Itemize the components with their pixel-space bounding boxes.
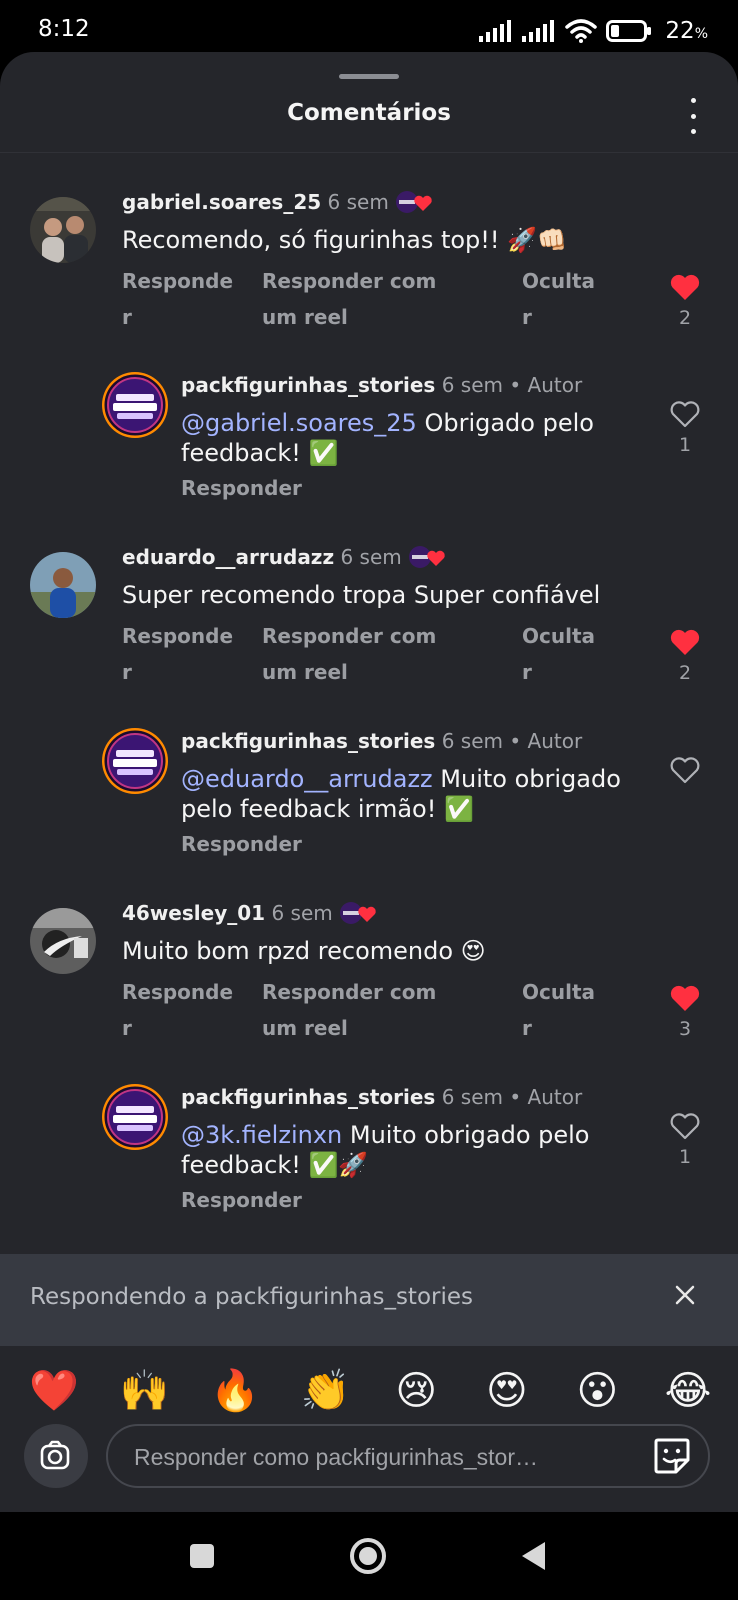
recents-button[interactable] xyxy=(180,1534,224,1578)
status-icons: 22% xyxy=(479,16,708,46)
author-label: Autor xyxy=(527,1085,583,1109)
avatar[interactable] xyxy=(30,552,96,618)
heart-filled-icon xyxy=(670,985,700,1011)
comment-username[interactable]: 46wesley_01 xyxy=(122,901,265,925)
reply-with-reel-button[interactable]: Responder com um reel xyxy=(262,618,477,690)
system-nav-bar xyxy=(0,1512,738,1600)
heart-outline-icon xyxy=(670,401,700,428)
like-count: 3 xyxy=(678,1018,692,1040)
hide-button[interactable]: Ocultar xyxy=(522,263,596,335)
replying-to-bar: Respondendo a packfigurinhas_stories xyxy=(0,1254,738,1346)
wifi-icon xyxy=(565,19,598,43)
reply-button[interactable]: Responder xyxy=(122,974,234,1046)
like-button[interactable]: 1 xyxy=(660,1112,710,1168)
author-label: Autor xyxy=(527,373,583,397)
comment-username[interactable]: eduardo__arrudazz xyxy=(122,545,334,569)
like-button[interactable]: 2 xyxy=(660,273,710,329)
status-time: 8:12 xyxy=(38,16,90,42)
emoji-fire-button[interactable]: 🔥 xyxy=(207,1364,263,1418)
battery-icon xyxy=(606,20,652,42)
like-button[interactable]: 2 xyxy=(660,628,710,684)
comment-text: Muito bom rpzd recomendo 😍 xyxy=(122,937,486,965)
comment-time: 6 sem xyxy=(441,729,503,753)
comment-time: 6 sem xyxy=(327,190,389,214)
quick-emoji-row: ❤️ 🙌 🔥 👏 😢 😍 😮 😂 xyxy=(26,1364,716,1418)
reply-input-wrapper xyxy=(106,1424,710,1488)
back-button[interactable] xyxy=(512,1534,556,1578)
comment-time: 6 sem xyxy=(340,545,402,569)
signal-icon xyxy=(522,20,555,42)
like-button[interactable]: 1 xyxy=(660,400,710,456)
emoji-clap-button[interactable]: 👏 xyxy=(298,1364,354,1418)
like-button[interactable] xyxy=(660,756,710,790)
reply-button[interactable]: Responder xyxy=(122,263,234,335)
mention-link[interactable]: @eduardo__arrudazz xyxy=(181,765,433,793)
avatar[interactable] xyxy=(102,372,168,438)
emoji-surprised-button[interactable]: 😮 xyxy=(569,1364,625,1418)
heart-filled-icon xyxy=(670,274,700,300)
battery-percent: 22% xyxy=(665,18,708,44)
creator-liked-badge-icon xyxy=(339,901,379,924)
circle-icon xyxy=(350,1538,386,1574)
sheet-title: Comentários xyxy=(287,100,451,126)
back-triangle-icon xyxy=(522,1542,545,1570)
emoji-raised-hands-button[interactable]: 🙌 xyxy=(117,1364,173,1418)
comment-text: Recomendo, só figurinhas top!! 🚀👊🏻 xyxy=(122,226,567,254)
reply-button[interactable]: Responder xyxy=(181,828,651,860)
avatar[interactable] xyxy=(102,728,168,794)
mention-link[interactable]: @3k.fielzinxn xyxy=(181,1121,342,1149)
camera-icon xyxy=(40,1440,70,1470)
reply-button[interactable]: Responder xyxy=(181,1184,651,1216)
reply-button[interactable]: Responder xyxy=(122,618,234,690)
emoji-heart-button[interactable]: ❤️ xyxy=(26,1364,82,1418)
sticker-icon[interactable] xyxy=(650,1434,694,1478)
composer-area: ❤️ 🙌 🔥 👏 😢 😍 😮 😂 xyxy=(0,1346,738,1512)
heart-outline-icon xyxy=(670,1113,700,1140)
avatar[interactable] xyxy=(30,908,96,974)
hide-button[interactable]: Ocultar xyxy=(522,974,596,1046)
mention-link[interactable]: @gabriel.soares_25 xyxy=(181,409,417,437)
home-button[interactable] xyxy=(346,1534,390,1578)
hide-button[interactable]: Ocultar xyxy=(522,618,596,690)
like-count: 2 xyxy=(678,307,692,329)
avatar[interactable] xyxy=(30,197,96,263)
author-label: Autor xyxy=(527,729,583,753)
like-count: 1 xyxy=(678,1146,692,1168)
header-divider xyxy=(0,152,738,153)
comment-time: 6 sem xyxy=(441,373,503,397)
avatar[interactable] xyxy=(102,1084,168,1150)
drag-handle[interactable] xyxy=(339,74,399,79)
comment-text: Super recomendo tropa Super confiável xyxy=(122,581,601,609)
reply-input[interactable] xyxy=(132,1434,616,1480)
comment-time: 6 sem xyxy=(441,1085,503,1109)
more-options-icon[interactable] xyxy=(682,98,704,134)
comment-username[interactable]: gabriel.soares_25 xyxy=(122,190,321,214)
creator-liked-badge-icon xyxy=(408,545,448,568)
replying-to-text: Respondendo a packfigurinhas_stories xyxy=(30,1284,473,1310)
comment-username[interactable]: packfigurinhas_stories xyxy=(181,729,435,753)
emoji-crying-button[interactable]: 😢 xyxy=(388,1364,444,1418)
camera-button[interactable] xyxy=(24,1424,88,1488)
comment-time: 6 sem xyxy=(271,901,333,925)
signal-icon xyxy=(479,20,512,42)
reply-with-reel-button[interactable]: Responder com um reel xyxy=(262,263,477,335)
like-button[interactable]: 3 xyxy=(660,984,710,1040)
emoji-heart-eyes-button[interactable]: 😍 xyxy=(479,1364,535,1418)
creator-liked-badge-icon xyxy=(395,190,435,213)
emoji-laughing-button[interactable]: 😂 xyxy=(660,1364,716,1418)
heart-filled-icon xyxy=(670,629,700,655)
heart-outline-icon xyxy=(670,757,700,784)
close-icon[interactable] xyxy=(672,1282,698,1308)
like-count: 1 xyxy=(678,434,692,456)
like-count: 2 xyxy=(678,662,692,684)
comment-username[interactable]: packfigurinhas_stories xyxy=(181,373,435,397)
square-icon xyxy=(190,1544,214,1568)
reply-button[interactable]: Responder xyxy=(181,472,651,504)
status-bar: 8:12 22% xyxy=(0,0,738,58)
reply-with-reel-button[interactable]: Responder com um reel xyxy=(262,974,477,1046)
comment-username[interactable]: packfigurinhas_stories xyxy=(181,1085,435,1109)
